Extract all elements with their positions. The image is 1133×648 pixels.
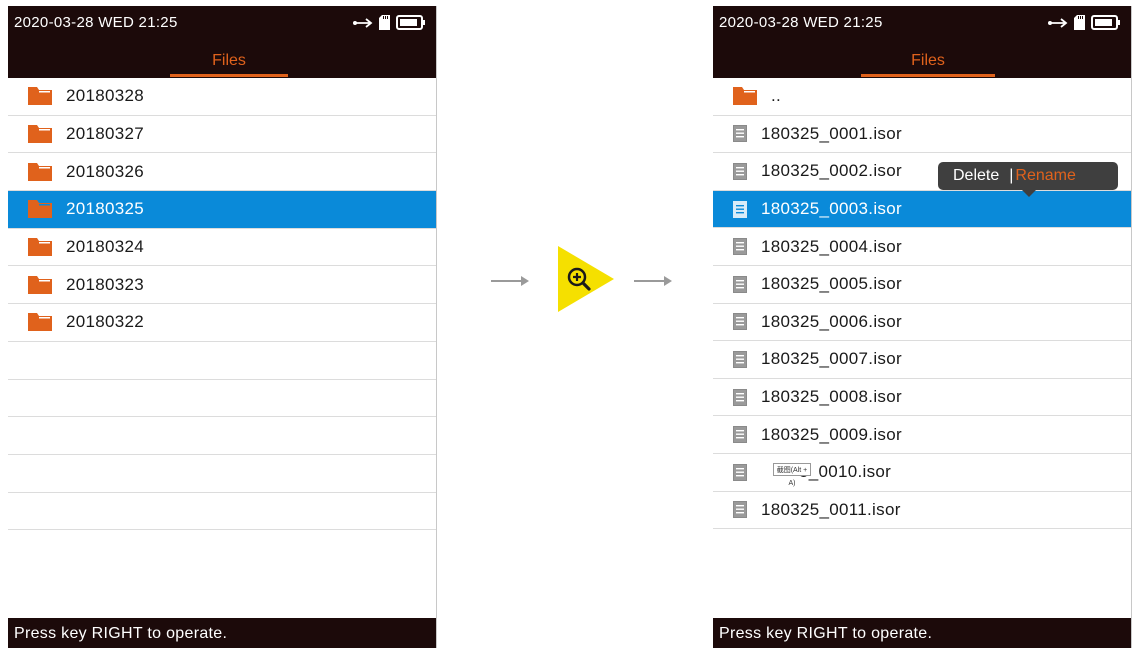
folder-label: 20180324 xyxy=(66,237,145,257)
folder-row[interactable]: 20180322 xyxy=(8,304,436,342)
popup-pointer xyxy=(1022,190,1036,197)
parent-folder-row[interactable]: .. xyxy=(713,78,1131,116)
sd-card-icon xyxy=(379,15,390,30)
popup-separator: | xyxy=(1009,167,1014,184)
rename-option[interactable]: Rename xyxy=(1015,167,1075,184)
folder-row[interactable]: 20180323 xyxy=(8,266,436,305)
folder-icon xyxy=(28,313,52,332)
document-icon xyxy=(733,463,747,481)
battery-icon xyxy=(396,15,425,30)
file-label: 180325_0006.isor xyxy=(761,311,902,331)
document-icon xyxy=(733,350,747,368)
folder-label: 20180322 xyxy=(66,312,145,332)
sd-card-icon xyxy=(1074,15,1085,30)
folder-icon xyxy=(733,87,757,106)
file-row[interactable]: 180325_0006.isor xyxy=(713,304,1131,342)
folder-row[interactable]: 20180328 xyxy=(8,78,436,116)
folder-label: 20180326 xyxy=(66,161,145,181)
folder-row-selected[interactable]: 20180325 xyxy=(8,191,436,229)
status-time: 2020-03-28 WED 21:25 xyxy=(719,14,883,31)
folder-label: 20180323 xyxy=(66,274,145,294)
file-row[interactable]: 180325_0007.isor xyxy=(713,341,1131,379)
status-time: 2020-03-28 WED 21:25 xyxy=(14,14,178,31)
document-icon xyxy=(733,238,747,256)
file-label: 180325_0009.isor xyxy=(761,424,902,444)
file-label: 180325_0001.isor xyxy=(761,123,902,143)
file-row-selected[interactable]: 180325_0003.isor xyxy=(713,190,1131,229)
empty-row xyxy=(8,342,436,380)
folder-label: 20180327 xyxy=(66,124,145,144)
file-row[interactable]: 180325_0005.isor xyxy=(713,266,1131,304)
arrow-right-icon xyxy=(634,276,672,286)
file-label: 180325_0008.isor xyxy=(761,387,902,407)
empty-row xyxy=(8,455,436,493)
status-bar: 2020-03-28 WED 21:25 xyxy=(8,6,436,48)
document-icon xyxy=(733,313,747,331)
folder-icon xyxy=(28,200,52,219)
folder-icon xyxy=(28,238,52,257)
file-label: 180325_0011.isor xyxy=(761,499,901,519)
document-icon xyxy=(733,388,747,406)
file-label: 180325_0003.isor xyxy=(761,199,902,219)
file-row[interactable]: 180325_0008.isor xyxy=(713,379,1131,417)
empty-row xyxy=(8,380,436,418)
usb-icon xyxy=(353,17,373,28)
screenshot-shortcut-badge: 截图(Alt + A) xyxy=(773,462,811,487)
document-icon xyxy=(733,426,747,444)
usb-icon xyxy=(1048,17,1068,28)
folder-row[interactable]: 20180327 xyxy=(8,116,436,154)
document-icon xyxy=(733,501,747,519)
file-list: .. 180325_0001.isor 180325_0002.isor 180… xyxy=(713,78,1131,530)
folder-label: 20180325 xyxy=(66,199,145,219)
arrow-right-icon xyxy=(491,276,529,286)
parent-folder-label: .. xyxy=(771,86,782,106)
file-label: 180325_0002.isor xyxy=(761,161,902,181)
file-label: 180325_0005.isor xyxy=(761,274,902,294)
file-row[interactable]: 5_0010.isor 截图(Alt + A) xyxy=(713,454,1131,492)
folder-row[interactable]: 20180326 xyxy=(8,153,436,192)
document-icon xyxy=(733,125,747,143)
right-device-screen: 2020-03-28 WED 21:25 Files .. 180325_000… xyxy=(713,6,1132,648)
file-label: 180325_0004.isor xyxy=(761,236,902,256)
footer-hint: Press key RIGHT to operate. xyxy=(713,618,1131,648)
tab-files[interactable]: Files xyxy=(170,50,288,77)
folder-icon xyxy=(28,87,52,106)
file-action-popup: Delete | Rename xyxy=(938,162,1118,197)
delete-option[interactable]: Delete xyxy=(953,167,999,184)
left-device-screen: 2020-03-28 WED 21:25 Files 20180328 2018… xyxy=(8,6,437,648)
folder-list: 20180328 20180327 20180326 20180325 2018… xyxy=(8,78,436,531)
file-row[interactable]: 180325_0004.isor xyxy=(713,228,1131,266)
file-label: 180325_0007.isor xyxy=(761,349,902,369)
document-icon xyxy=(733,162,747,180)
folder-label: 20180328 xyxy=(66,86,145,106)
folder-icon xyxy=(28,125,52,144)
empty-row xyxy=(8,493,436,531)
status-bar: 2020-03-28 WED 21:25 xyxy=(713,6,1131,48)
empty-row xyxy=(8,417,436,455)
tab-files[interactable]: Files xyxy=(861,50,995,77)
folder-row[interactable]: 20180324 xyxy=(8,229,436,267)
document-icon xyxy=(733,200,747,218)
folder-icon xyxy=(28,162,52,181)
file-row[interactable]: 180325_0009.isor xyxy=(713,416,1131,454)
zoom-in-icon xyxy=(558,246,614,312)
file-row[interactable]: 180325_0011.isor xyxy=(713,492,1131,530)
battery-icon xyxy=(1091,15,1120,30)
document-icon xyxy=(733,275,747,293)
file-label: 5_0010.isor xyxy=(799,462,892,482)
folder-icon xyxy=(28,275,52,294)
footer-hint: Press key RIGHT to operate. xyxy=(8,618,436,648)
file-row[interactable]: 180325_0001.isor xyxy=(713,116,1131,154)
